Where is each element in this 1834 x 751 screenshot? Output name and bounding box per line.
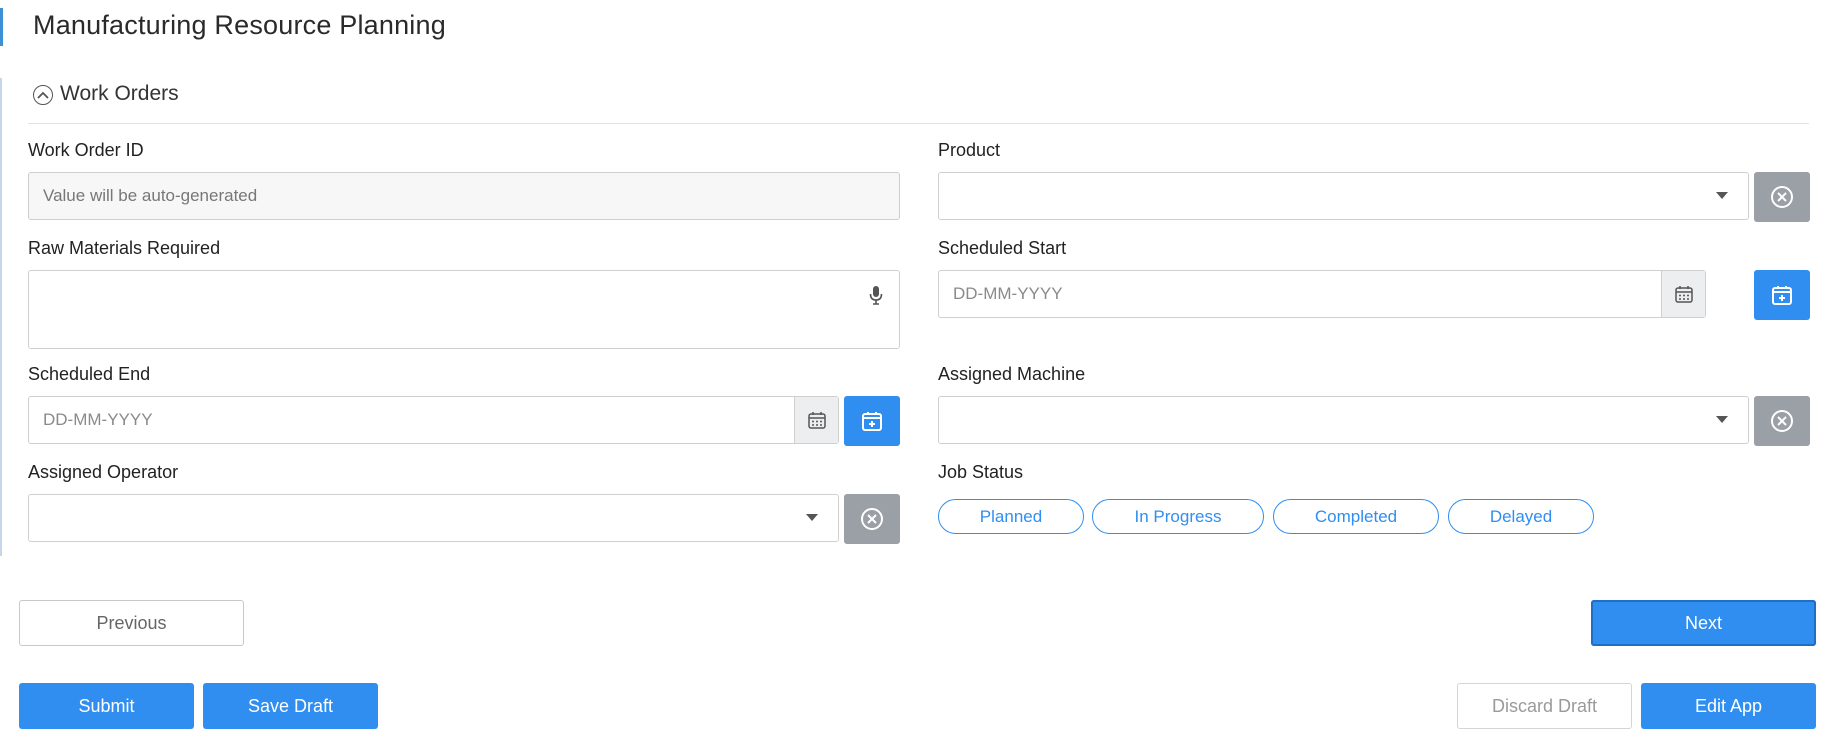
submit-button[interactable]: Submit [19, 683, 194, 729]
discard-draft-button[interactable]: Discard Draft [1457, 683, 1632, 729]
scheduled-start-label: Scheduled Start [938, 238, 1067, 258]
product-clear-button[interactable] [1754, 172, 1810, 222]
page-title: Manufacturing Resource Planning [33, 10, 446, 40]
product-label: Product [938, 140, 1001, 160]
section-divider [28, 123, 1809, 124]
microphone-icon[interactable] [869, 285, 883, 310]
close-circle-icon [861, 508, 883, 530]
section-title: Work Orders [60, 82, 179, 105]
scheduled-start-input[interactable]: DD-MM-YYYY [938, 270, 1706, 318]
assigned-operator-clear-button[interactable] [844, 494, 900, 544]
calendar-icon[interactable] [1661, 271, 1705, 317]
caret-down-icon [1716, 192, 1728, 199]
calendar-icon[interactable] [794, 397, 838, 443]
previous-button[interactable]: Previous [19, 600, 244, 646]
work-order-id-label: Work Order ID [28, 140, 144, 160]
scheduled-end-input[interactable]: DD-MM-YYYY [28, 396, 839, 444]
caret-down-icon [1716, 416, 1728, 423]
edit-app-button[interactable]: Edit App [1641, 683, 1816, 729]
scheduled-end-placeholder: DD-MM-YYYY [43, 410, 153, 429]
scheduled-end-today-button[interactable] [844, 396, 900, 446]
job-status-option-delayed[interactable]: Delayed [1448, 499, 1594, 534]
scheduled-start-today-button[interactable] [1754, 270, 1810, 320]
scheduled-start-placeholder: DD-MM-YYYY [953, 284, 1063, 303]
close-circle-icon [1771, 410, 1793, 432]
section-left-rule [0, 78, 2, 556]
assigned-operator-select[interactable] [28, 494, 839, 542]
assigned-machine-clear-button[interactable] [1754, 396, 1810, 446]
job-status-option-completed[interactable]: Completed [1273, 499, 1439, 534]
assigned-machine-label: Assigned Machine [938, 364, 1086, 384]
product-select[interactable] [938, 172, 1749, 220]
job-status-label: Job Status [938, 462, 1024, 482]
caret-down-icon [806, 514, 818, 521]
title-accent-bar [0, 8, 3, 46]
close-circle-icon [1771, 186, 1793, 208]
raw-materials-label: Raw Materials Required [28, 238, 221, 258]
job-status-option-in-progress[interactable]: In Progress [1092, 499, 1264, 534]
next-button[interactable]: Next [1591, 600, 1816, 646]
assigned-operator-label: Assigned Operator [28, 462, 179, 482]
job-status-option-planned[interactable]: Planned [938, 499, 1084, 534]
work-order-id-field: Value will be auto-generated [28, 172, 900, 220]
scheduled-end-label: Scheduled End [28, 364, 151, 384]
assigned-machine-select[interactable] [938, 396, 1749, 444]
page-header: Manufacturing Resource Planning [0, 0, 1834, 50]
work-order-id-placeholder: Value will be auto-generated [43, 186, 258, 205]
raw-materials-textarea[interactable] [28, 270, 900, 349]
calendar-plus-icon [862, 412, 882, 431]
calendar-plus-icon [1772, 286, 1792, 305]
section-header-work-orders[interactable]: Work Orders [33, 79, 179, 109]
save-draft-button[interactable]: Save Draft [203, 683, 378, 729]
chevron-up-circle-icon[interactable] [33, 85, 53, 105]
